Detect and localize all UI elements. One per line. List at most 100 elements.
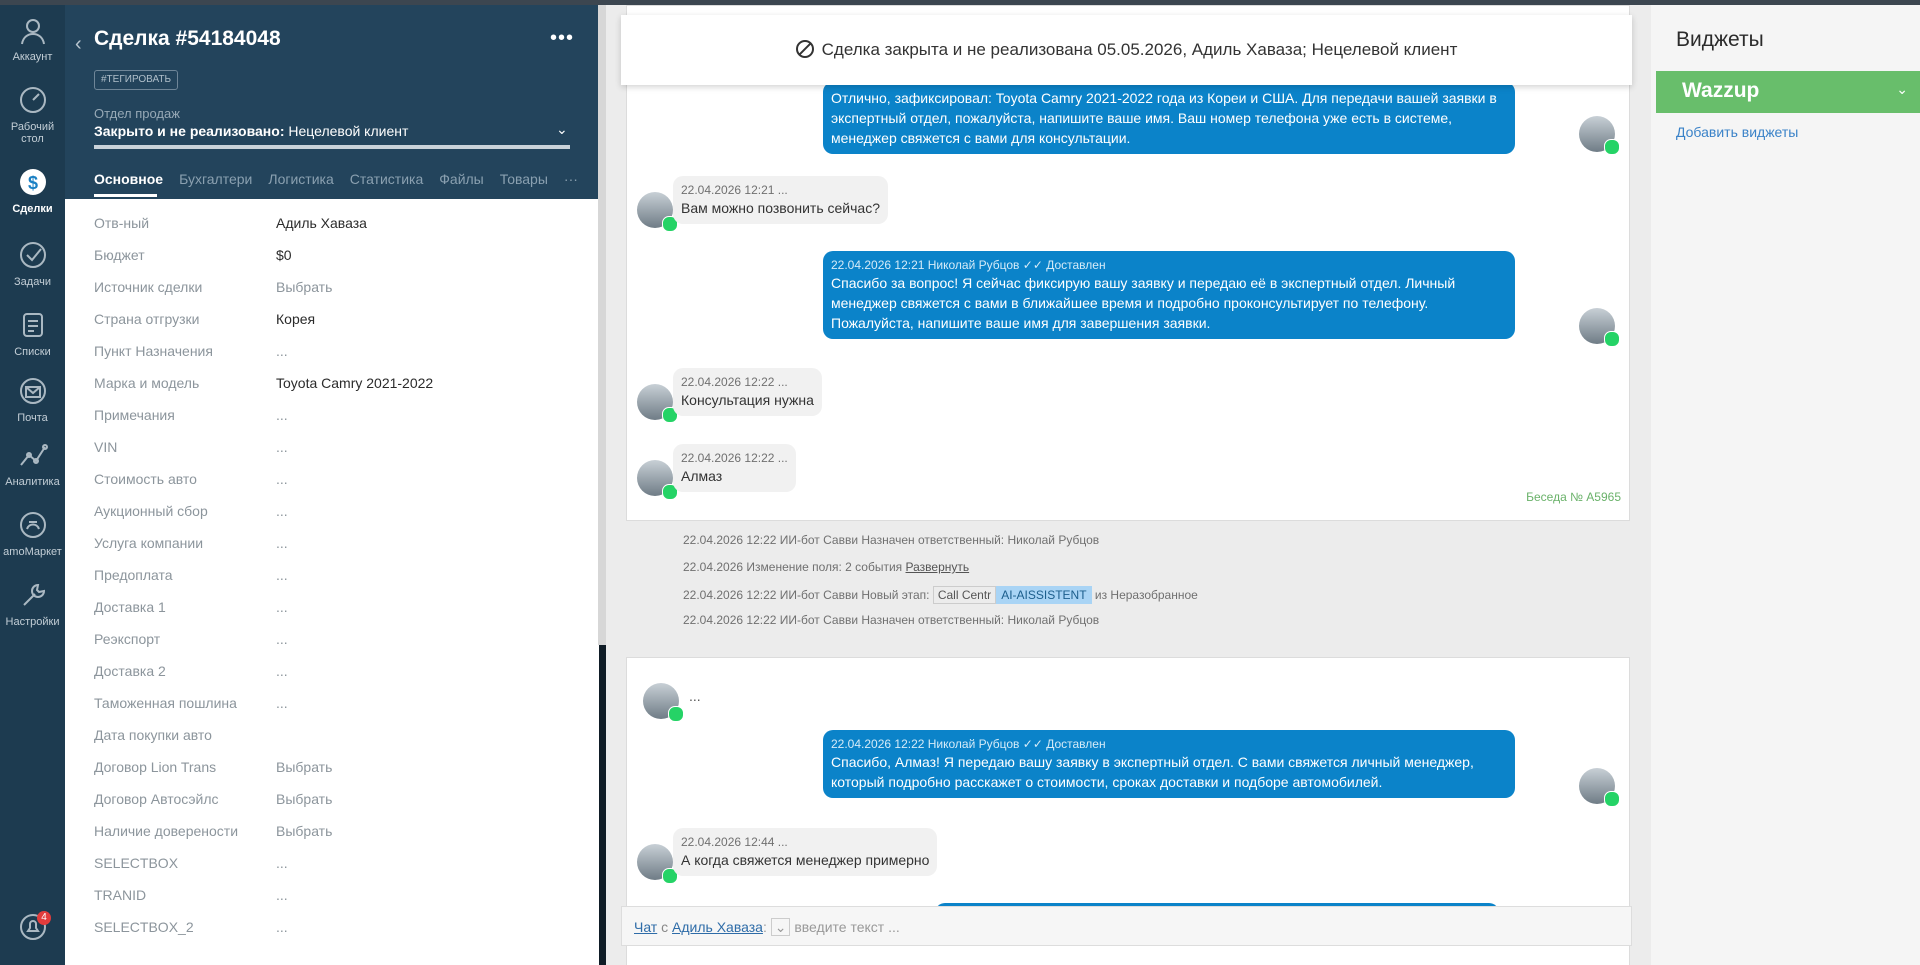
- field-row[interactable]: Стоимость авто...: [94, 471, 574, 491]
- field-row[interactable]: SELECTBOX_2...: [94, 919, 574, 939]
- field-row[interactable]: Предоплата...: [94, 567, 574, 587]
- nav-notifications[interactable]: [0, 910, 65, 948]
- field-value[interactable]: Выбрать: [276, 279, 332, 295]
- deal-header: ‹ Сделка #54184048 ••• #ТЕГИРОВАТЬ Отдел…: [65, 5, 599, 199]
- field-row[interactable]: Аукционный сбор...: [94, 503, 574, 523]
- status-reason: Нецелевой клиент: [284, 123, 409, 139]
- nav-lists[interactable]: Списки: [0, 308, 65, 358]
- field-row[interactable]: Доставка 2...: [94, 663, 574, 683]
- field-value[interactable]: ...: [276, 535, 288, 551]
- field-row[interactable]: SELECTBOX...: [94, 855, 574, 875]
- more-options-icon[interactable]: •••: [550, 27, 574, 50]
- field-row[interactable]: Примечания...: [94, 407, 574, 427]
- nav-analytics[interactable]: Аналитика: [0, 438, 65, 488]
- wazzup-widget[interactable]: Wazzup ⌄: [1656, 71, 1920, 113]
- field-row[interactable]: Договор Lion Trans Выбрать: [94, 759, 574, 779]
- field-value[interactable]: Корея: [276, 311, 315, 327]
- field-label: VIN: [94, 439, 118, 455]
- tag-button[interactable]: #ТЕГИРОВАТЬ: [94, 70, 179, 90]
- nav-settings-label: Настройки: [5, 616, 60, 628]
- field-value[interactable]: ...: [276, 919, 288, 935]
- nav-account[interactable]: Аккаунт: [0, 13, 65, 63]
- field-label: Реэкспорт: [94, 631, 161, 647]
- field-value[interactable]: ...: [276, 631, 288, 647]
- field-row[interactable]: Реэкспорт...: [94, 631, 574, 651]
- nav-market[interactable]: amoМаркет: [0, 508, 65, 558]
- field-value[interactable]: Выбрать: [276, 791, 332, 807]
- field-row[interactable]: Страна отгрузки Корея: [94, 311, 574, 331]
- field-value[interactable]: ...: [276, 503, 288, 519]
- field-value[interactable]: Адиль Хаваза: [276, 215, 367, 231]
- field-row[interactable]: Наличие доверености Выбрать: [94, 823, 574, 843]
- tab-logistics[interactable]: Логистика: [268, 171, 333, 187]
- field-value[interactable]: ...: [276, 855, 288, 871]
- field-value[interactable]: Выбрать: [276, 823, 332, 839]
- field-row[interactable]: VIN...: [94, 439, 574, 459]
- chevron-down-icon[interactable]: ⌄: [556, 121, 568, 138]
- chevron-down-icon[interactable]: ⌄: [770, 918, 791, 936]
- notifications-badge: 4: [37, 911, 51, 925]
- field-value[interactable]: ...: [276, 599, 288, 615]
- pipeline-status[interactable]: Закрыто и не реализовано: Нецелевой клие…: [94, 123, 408, 139]
- field-label: Марка и модель: [94, 375, 200, 391]
- nav-dashboard[interactable]: Рабочий стол: [0, 83, 65, 145]
- field-value[interactable]: $0: [276, 247, 292, 263]
- message-outgoing[interactable]: 22.04.2026 12:22 Николай Рубцов ✓✓ Доста…: [823, 730, 1515, 798]
- message-incoming[interactable]: 22.04.2026 12:21 ... Вам можно позвонить …: [673, 176, 888, 224]
- field-value[interactable]: ...: [276, 439, 288, 455]
- chevron-down-icon[interactable]: ⌄: [1896, 81, 1908, 98]
- tabs-more-icon[interactable]: ···: [564, 171, 578, 187]
- field-row[interactable]: TRANID...: [94, 887, 574, 907]
- whatsapp-icon: [1604, 791, 1620, 807]
- field-value[interactable]: Toyota Camry 2021-2022: [276, 375, 433, 391]
- field-row[interactable]: Договор Автосэйлс Выбрать: [94, 791, 574, 811]
- deal-scrollbar[interactable]: [598, 5, 606, 645]
- chat-contact-link[interactable]: Адиль Хаваза: [672, 919, 763, 935]
- field-row[interactable]: Пункт Назначения...: [94, 343, 574, 363]
- field-value[interactable]: ...: [276, 695, 288, 711]
- field-row[interactable]: Бюджет $0: [94, 247, 574, 267]
- add-widgets-link[interactable]: Добавить виджеты: [1676, 124, 1798, 140]
- message-meta: 22.04.2026 12:21 Николай Рубцов ✓✓ Доста…: [831, 258, 1106, 272]
- message-incoming[interactable]: 22.04.2026 12:44 ... А когда свяжется мен…: [673, 828, 938, 876]
- tab-main[interactable]: Основное: [94, 171, 163, 187]
- field-row[interactable]: Отв-ный Адиль Хаваза: [94, 215, 574, 235]
- field-row[interactable]: Доставка 1...: [94, 599, 574, 619]
- deal-title[interactable]: Сделка #54184048: [94, 27, 281, 51]
- message-outgoing[interactable]: Отлично, зафиксировал: Toyota Camry 2021…: [823, 82, 1515, 154]
- event-new-stage: 22.04.2026 12:22 ИИ-бот Савви Новый этап…: [683, 586, 1198, 604]
- tab-products[interactable]: Товары: [500, 171, 548, 187]
- field-value[interactable]: ...: [276, 567, 288, 583]
- nav-tasks[interactable]: Задачи: [0, 238, 65, 288]
- field-row[interactable]: Марка и модель Toyota Camry 2021-2022: [94, 375, 574, 395]
- expand-link[interactable]: Развернуть: [906, 560, 970, 574]
- back-chevron-icon[interactable]: ‹: [75, 33, 82, 56]
- message-incoming[interactable]: 22.04.2026 12:22 ... Консультация нужна: [673, 368, 822, 416]
- tab-accounting[interactable]: Бухгалтери: [179, 171, 252, 187]
- message-incoming[interactable]: 22.04.2026 12:22 ... Алмаз: [673, 444, 796, 492]
- field-label: Договор Автосэйлс: [94, 791, 219, 807]
- message-outgoing[interactable]: 22.04.2026 12:21 Николай Рубцов ✓✓ Доста…: [823, 251, 1515, 339]
- tab-files[interactable]: Файлы: [439, 171, 483, 187]
- field-value[interactable]: ...: [276, 343, 288, 359]
- field-label: Бюджет: [94, 247, 145, 263]
- field-row[interactable]: Таможенная пошлина...: [94, 695, 574, 715]
- chat-input[interactable]: Чат с Адиль Хаваза: ⌄ введите текст ...: [621, 906, 1632, 946]
- field-value[interactable]: ...: [276, 471, 288, 487]
- nav-settings[interactable]: Настройки: [0, 578, 65, 628]
- conversation-number[interactable]: Беседа № A5965: [1526, 490, 1621, 504]
- field-value[interactable]: ...: [276, 887, 288, 903]
- field-row[interactable]: Источник сделки Выбрать: [94, 279, 574, 299]
- field-row[interactable]: Услуга компании...: [94, 535, 574, 555]
- field-value[interactable]: ...: [276, 663, 288, 679]
- chat-type-link[interactable]: Чат: [634, 919, 657, 935]
- field-value[interactable]: ...: [276, 407, 288, 423]
- active-tab-indicator: [94, 194, 157, 197]
- nav-mail[interactable]: Почта: [0, 374, 65, 424]
- field-value[interactable]: Выбрать: [276, 759, 332, 775]
- tab-statistics[interactable]: Статистика: [350, 171, 424, 187]
- deal-card: ‹ Сделка #54184048 ••• #ТЕГИРОВАТЬ Отдел…: [65, 5, 599, 965]
- field-row[interactable]: Дата покупки авто: [94, 727, 574, 747]
- nav-deals[interactable]: $ Сделки: [0, 165, 65, 215]
- lists-icon: [16, 308, 50, 342]
